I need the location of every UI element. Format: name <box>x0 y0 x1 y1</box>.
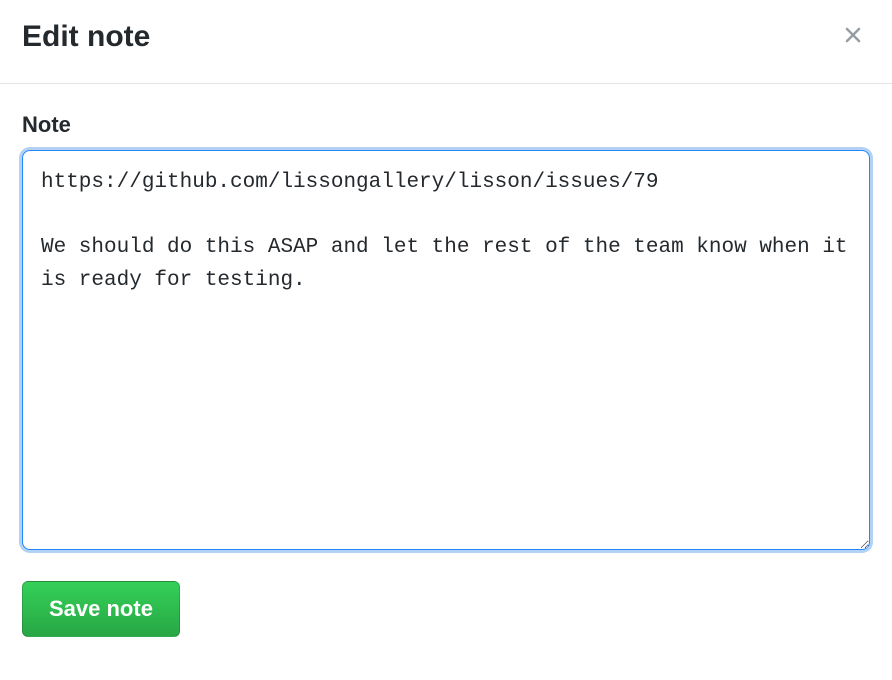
close-icon <box>840 22 866 51</box>
modal-header: Edit note <box>0 0 892 84</box>
modal-body: Note Save note <box>0 84 892 659</box>
note-field-label: Note <box>22 112 870 138</box>
close-button[interactable] <box>836 18 870 55</box>
note-textarea[interactable] <box>22 150 870 550</box>
modal-title: Edit note <box>22 20 150 54</box>
save-button[interactable]: Save note <box>22 581 180 637</box>
